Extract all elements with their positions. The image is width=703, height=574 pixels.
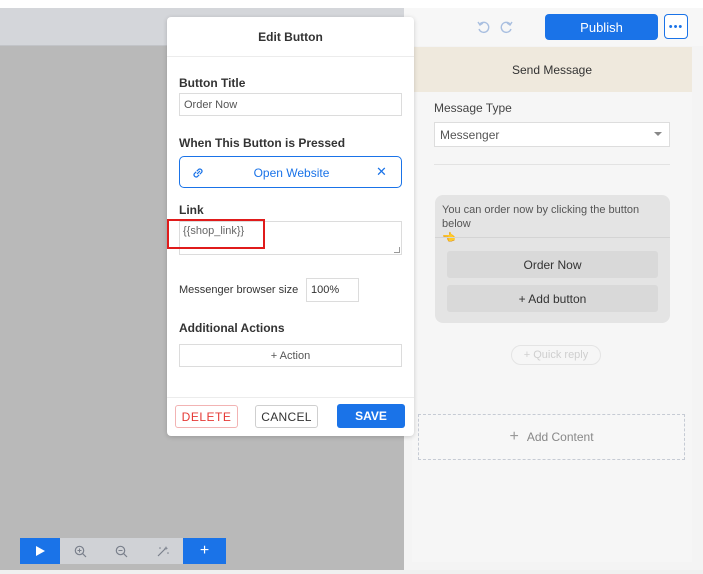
- message-type-value: Messenger: [440, 127, 500, 142]
- caret-down-icon: [654, 132, 662, 136]
- open-website-action[interactable]: Open Website ✕: [179, 156, 402, 188]
- resize-handle[interactable]: [394, 247, 400, 253]
- browser-size-input[interactable]: 100%: [306, 278, 359, 302]
- highlight-box: [167, 219, 265, 249]
- footer-divider: [167, 397, 414, 398]
- order-now-button[interactable]: Order Now: [447, 251, 658, 278]
- button-title-label: Button Title: [179, 76, 246, 90]
- close-icon[interactable]: ✕: [376, 164, 387, 180]
- button-title-input[interactable]: Order Now: [179, 93, 402, 116]
- play-icon[interactable]: [20, 538, 60, 564]
- magic-icon[interactable]: [142, 538, 183, 564]
- additional-actions-label: Additional Actions: [179, 321, 285, 335]
- pressed-label: When This Button is Pressed: [179, 136, 346, 150]
- delete-button[interactable]: DELETE: [175, 405, 238, 428]
- add-button-button[interactable]: + Add button: [447, 285, 658, 312]
- link-label: Link: [179, 203, 204, 217]
- add-content-label: Add Content: [526, 430, 594, 444]
- zoom-in-icon[interactable]: [60, 538, 101, 564]
- publish-button[interactable]: Publish: [545, 14, 658, 40]
- message-text-content: You can order now by clicking the button…: [442, 204, 640, 230]
- send-message-body: [412, 92, 692, 562]
- canvas-toolbar: +: [20, 538, 226, 564]
- plus-icon[interactable]: +: [183, 538, 226, 564]
- redo-icon[interactable]: [498, 18, 516, 36]
- zoom-out-icon[interactable]: [101, 538, 142, 564]
- divider: [434, 164, 670, 165]
- more-options-button[interactable]: •••: [664, 14, 688, 39]
- top-strip: [0, 0, 703, 8]
- add-content-button[interactable]: + Add Content: [418, 414, 685, 460]
- message-text[interactable]: You can order now by clicking the button…: [442, 203, 666, 245]
- card-divider: [435, 237, 670, 238]
- cancel-button[interactable]: CANCEL: [255, 405, 318, 428]
- message-type-label: Message Type: [434, 101, 512, 115]
- quick-reply-button[interactable]: + Quick reply: [511, 345, 601, 365]
- open-website-label: Open Website: [253, 166, 330, 180]
- save-button[interactable]: SAVE: [337, 404, 405, 428]
- bottom-strip: [0, 570, 703, 574]
- pointing-hand-emoji: 👈: [442, 232, 456, 244]
- send-message-header: Send Message: [412, 47, 692, 92]
- add-action-button[interactable]: + Action: [179, 344, 402, 367]
- undo-icon[interactable]: [474, 18, 492, 36]
- plus-icon: +: [509, 428, 519, 445]
- modal-title: Edit Button: [167, 17, 414, 57]
- browser-size-label: Messenger browser size: [179, 284, 299, 296]
- message-type-select[interactable]: Messenger: [434, 122, 670, 147]
